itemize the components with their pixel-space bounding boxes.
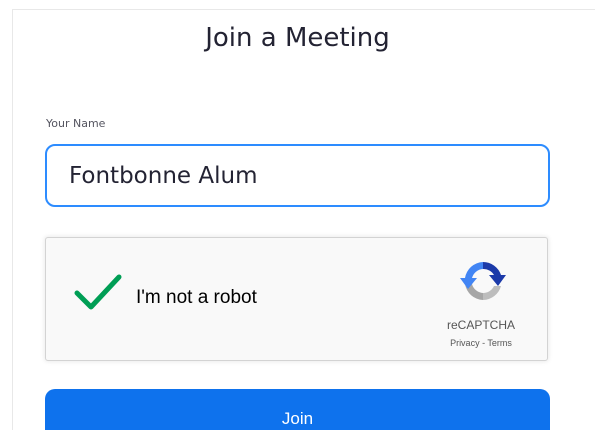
recaptcha-widget: I'm not a robot reCAPTCHA Privacy - Term… <box>45 237 548 361</box>
join-meeting-page: Join a Meeting Your Name I'm not a robot… <box>0 0 595 430</box>
page-title: Join a Meeting <box>205 23 390 53</box>
panel-top-border <box>12 9 595 10</box>
terms-link[interactable]: Terms <box>487 338 512 348</box>
recaptcha-label: I'm not a robot <box>136 287 257 308</box>
recaptcha-links: Privacy - Terms <box>406 338 556 348</box>
your-name-input[interactable] <box>45 144 550 207</box>
checkmark-icon[interactable] <box>74 272 122 312</box>
your-name-label: Your Name <box>46 117 106 130</box>
panel-left-border <box>12 9 13 430</box>
privacy-link[interactable]: Privacy <box>450 338 480 348</box>
join-button[interactable]: Join <box>45 389 550 430</box>
recaptcha-logo-icon <box>460 262 506 300</box>
recaptcha-brand-text: reCAPTCHA <box>446 318 515 332</box>
